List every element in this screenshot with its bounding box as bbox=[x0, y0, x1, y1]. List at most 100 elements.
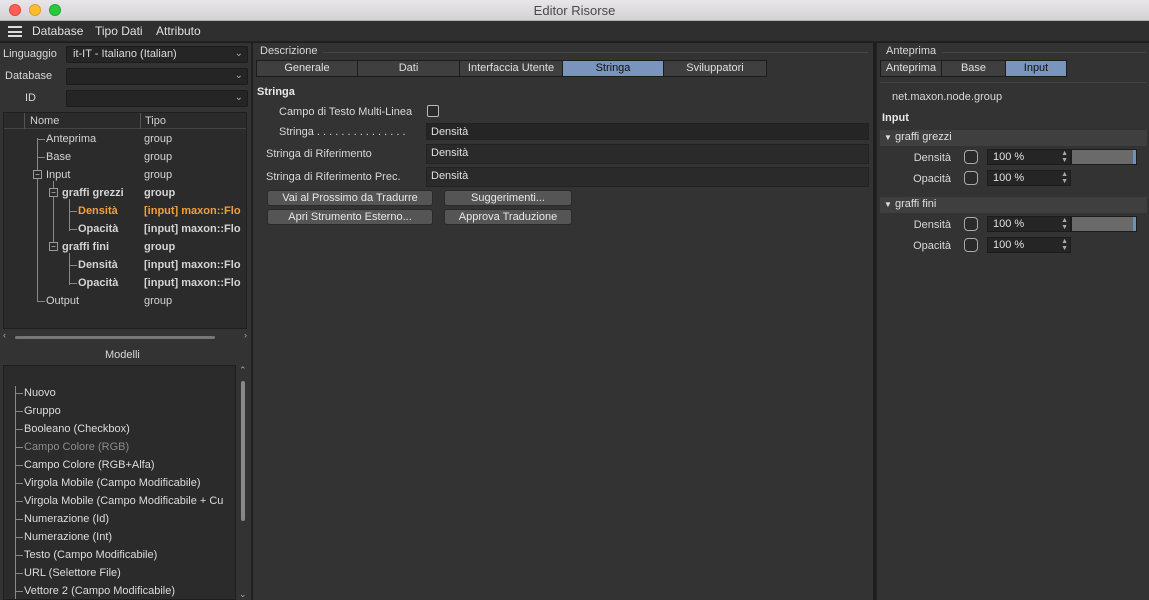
tab-sviluppatori[interactable]: Sviluppatori bbox=[664, 61, 766, 76]
tree-horizontal-scrollbar[interactable]: ‹ › bbox=[3, 330, 247, 341]
list-item[interactable]: Virgola Mobile (Campo Modificabile) bbox=[24, 477, 200, 489]
preview-tabs: Anteprima Base Input bbox=[880, 60, 1067, 77]
tree-row-name: Opacità bbox=[78, 223, 119, 235]
tree-row-name: graffi fini bbox=[62, 241, 110, 253]
opacita-input[interactable]: 100 % ▲ ▼ bbox=[987, 170, 1071, 186]
spinner-icon[interactable]: ▲ ▼ bbox=[1061, 171, 1068, 185]
tree-row-anteprima[interactable]: Anteprima group bbox=[4, 131, 246, 149]
tree-row-base[interactable]: Base group bbox=[4, 149, 246, 167]
group-graffi-grezzi-header[interactable]: ▼ graffi grezzi bbox=[880, 130, 1147, 146]
models-vertical-scrollbar[interactable]: ⌃ ⌄ bbox=[238, 365, 248, 600]
tab-generale[interactable]: Generale bbox=[257, 61, 358, 76]
tree-row-name: Densità bbox=[78, 205, 118, 217]
tree-row-opacita[interactable]: Opacità [input] maxon::Flo bbox=[4, 275, 246, 293]
language-select[interactable]: it-IT - Italiano (Italian) ⌄ bbox=[66, 46, 248, 63]
tree-row-graffi-fini[interactable]: graffi fini group bbox=[4, 239, 246, 257]
tab-stringa[interactable]: Stringa bbox=[563, 61, 664, 76]
animate-toggle-icon[interactable] bbox=[964, 150, 978, 164]
tree-row-type: [input] maxon::Flo bbox=[144, 277, 241, 289]
list-item[interactable]: Testo (Campo Modificabile) bbox=[24, 549, 157, 561]
tree-row-opacita[interactable]: Opacità [input] maxon::Flo bbox=[4, 221, 246, 239]
input-section-title: Input bbox=[882, 112, 909, 124]
animate-toggle-icon[interactable] bbox=[964, 238, 978, 252]
tree-row-name: Densità bbox=[78, 259, 118, 271]
list-item[interactable]: URL (Selettore File) bbox=[24, 567, 121, 579]
resource-tree[interactable]: Nome Tipo − − − Anteprima group Base gro… bbox=[3, 112, 247, 329]
col-header-name[interactable]: Nome bbox=[30, 115, 59, 127]
list-item[interactable]: Campo Colore (RGB+Alfa) bbox=[24, 459, 155, 471]
tree-row-densita-selected[interactable]: Densità [input] maxon::Flo bbox=[4, 203, 246, 221]
spinner-icon[interactable]: ▲ ▼ bbox=[1061, 217, 1068, 231]
chevron-down-icon: ⌄ bbox=[234, 92, 243, 103]
chevron-down-icon: ⌄ bbox=[234, 48, 243, 59]
spinner-icon[interactable]: ▲ ▼ bbox=[1061, 238, 1068, 252]
tree-row-type: group bbox=[144, 151, 173, 163]
list-item[interactable]: Virgola Mobile (Campo Modificabile + Cu bbox=[24, 495, 223, 507]
chevron-down-icon: ⌄ bbox=[234, 70, 243, 81]
next-to-translate-button[interactable]: Vai al Prossimo da Tradurre bbox=[267, 190, 433, 206]
list-item[interactable]: Numerazione (Int) bbox=[24, 531, 112, 543]
chevron-up-icon[interactable]: ⌃ bbox=[239, 365, 247, 376]
param-value: 100 % bbox=[993, 151, 1025, 163]
tree-row-densita[interactable]: Densità [input] maxon::Flo bbox=[4, 257, 246, 275]
description-tabs: Generale Dati Interfaccia Utente Stringa… bbox=[256, 60, 767, 77]
tab-anteprima[interactable]: Anteprima bbox=[881, 61, 942, 76]
tree-row-input[interactable]: Input group bbox=[4, 167, 246, 185]
database-label: Database bbox=[5, 70, 53, 82]
tree-row-type: group bbox=[144, 169, 173, 181]
open-external-tool-button[interactable]: Apri Strumento Esterno... bbox=[267, 209, 433, 225]
slider-handle[interactable] bbox=[1133, 217, 1136, 231]
menu-database[interactable]: Database bbox=[32, 24, 83, 38]
list-item[interactable]: Vettore 2 (Campo Modificabile) bbox=[24, 585, 175, 597]
list-item[interactable]: Gruppo bbox=[24, 405, 61, 417]
tab-interfaccia-utente[interactable]: Interfaccia Utente bbox=[460, 61, 563, 76]
group-graffi-fini-header[interactable]: ▼ graffi fini bbox=[880, 197, 1147, 213]
param-value: 100 % bbox=[993, 172, 1025, 184]
tab-input[interactable]: Input bbox=[1006, 61, 1066, 76]
description-group-title: Descrizione bbox=[258, 45, 320, 57]
spinner-icon[interactable]: ▲ ▼ bbox=[1061, 150, 1068, 164]
database-select[interactable]: ⌄ bbox=[66, 68, 248, 85]
densita-input[interactable]: 100 % ▲ ▼ bbox=[987, 149, 1071, 165]
menu-tipo-dati[interactable]: Tipo Dati bbox=[95, 24, 143, 38]
param-value: 100 % bbox=[993, 218, 1025, 230]
chevron-left-icon[interactable]: ‹ bbox=[3, 330, 6, 340]
tree-row-name: Opacità bbox=[78, 277, 119, 289]
param-label: Opacità bbox=[913, 240, 951, 252]
prev-ref-string-field: Densità bbox=[426, 167, 869, 187]
ref-string-field: Densità bbox=[426, 144, 869, 164]
menu-attributo[interactable]: Attributo bbox=[156, 24, 201, 38]
animate-toggle-icon[interactable] bbox=[964, 217, 978, 231]
preview-group-title: Anteprima bbox=[884, 45, 939, 57]
multiline-checkbox[interactable] bbox=[427, 105, 439, 117]
preview-panel: Anteprima Anteprima Base Input net.maxon… bbox=[876, 43, 1149, 600]
string-input[interactable]: Densità bbox=[426, 123, 869, 140]
triangle-down-icon: ▼ bbox=[884, 200, 892, 209]
id-select[interactable]: ⌄ bbox=[66, 90, 248, 107]
id-label: ID bbox=[25, 92, 36, 104]
tab-dati[interactable]: Dati bbox=[358, 61, 460, 76]
densita-slider[interactable] bbox=[1071, 216, 1137, 232]
opacita-input[interactable]: 100 % ▲ ▼ bbox=[987, 237, 1071, 253]
tree-row-output[interactable]: Output group bbox=[4, 293, 246, 311]
tree-row-graffi-grezzi[interactable]: graffi grezzi group bbox=[4, 185, 246, 203]
list-item[interactable]: Nuovo bbox=[24, 387, 56, 399]
slider-handle[interactable] bbox=[1133, 150, 1136, 164]
densita-slider[interactable] bbox=[1071, 149, 1137, 165]
tab-base[interactable]: Base bbox=[942, 61, 1006, 76]
hamburger-menu-icon[interactable] bbox=[8, 26, 22, 37]
densita-input[interactable]: 100 % ▲ ▼ bbox=[987, 216, 1071, 232]
language-value: it-IT - Italiano (Italian) bbox=[73, 48, 177, 60]
chevron-right-icon[interactable]: › bbox=[244, 330, 247, 340]
multiline-label: Campo di Testo Multi-Linea bbox=[279, 106, 413, 118]
suggestions-button[interactable]: Suggerimenti... bbox=[444, 190, 572, 206]
col-header-type[interactable]: Tipo bbox=[145, 115, 166, 127]
chevron-down-icon[interactable]: ⌄ bbox=[239, 589, 247, 600]
list-item[interactable]: Campo Colore (RGB) bbox=[24, 441, 129, 453]
list-item[interactable]: Booleano (Checkbox) bbox=[24, 423, 130, 435]
tree-row-type: [input] maxon::Flo bbox=[144, 223, 241, 235]
approve-translation-button[interactable]: Approva Traduzione bbox=[444, 209, 572, 225]
list-item[interactable]: Numerazione (Id) bbox=[24, 513, 109, 525]
models-list[interactable]: Nuovo Gruppo Booleano (Checkbox) Campo C… bbox=[3, 365, 236, 600]
animate-toggle-icon[interactable] bbox=[964, 171, 978, 185]
